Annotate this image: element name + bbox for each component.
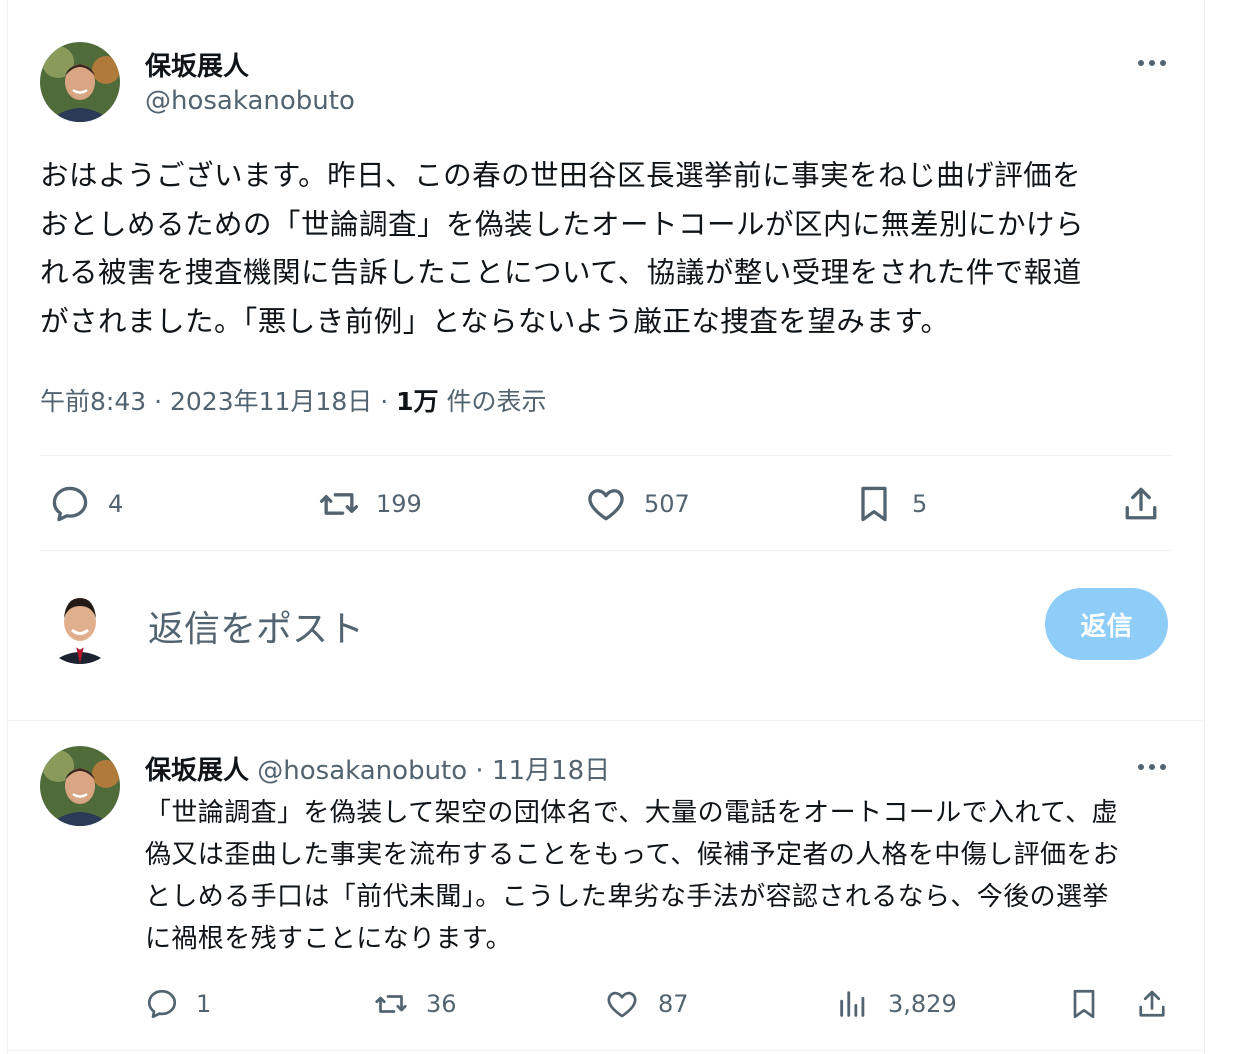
divider — [8, 720, 1204, 721]
author-avatar[interactable] — [40, 42, 120, 122]
author-handle[interactable]: @hosakanobuto — [145, 86, 355, 116]
reply-author-name[interactable]: 保坂展人 — [145, 756, 249, 786]
reply-submit-button[interactable]: 返信 — [1045, 588, 1168, 660]
heart-icon — [588, 489, 624, 521]
divider — [40, 455, 1173, 456]
views-count[interactable]: 1万 — [396, 387, 438, 416]
bookmark-icon — [1073, 989, 1095, 1019]
bookmark-count: 5 — [912, 490, 928, 518]
bookmark-button[interactable] — [1066, 986, 1102, 1022]
meta-separator: · — [154, 387, 163, 416]
bookmark-button[interactable]: 5 — [852, 482, 927, 526]
retweet-icon — [319, 493, 359, 515]
meta-separator: · — [380, 387, 389, 416]
author-name[interactable]: 保坂展人 — [145, 46, 249, 83]
views-button[interactable]: 3,829 — [836, 986, 957, 1022]
tweet-text: おはようございます。昨日、この春の世田谷区長選挙前に事実をねじ曲げ評価を おとし… — [40, 159, 1085, 338]
retweet-button[interactable]: 36 — [372, 986, 457, 1022]
divider — [40, 550, 1173, 551]
reply-date[interactable]: 11月18日 — [492, 756, 610, 786]
reply-icon — [147, 989, 177, 1019]
share-icon — [1125, 487, 1157, 520]
more-icon[interactable] — [1136, 756, 1168, 782]
like-count: 507 — [644, 490, 690, 518]
bookmark-icon — [861, 486, 887, 522]
more-icon[interactable] — [1136, 52, 1168, 78]
reply-button[interactable]: 1 — [144, 986, 211, 1022]
reply-tweet-text: 「世論調査」を偽装して架空の団体名で、大量の電話をオートコールで入れて、虚 偽又… — [145, 798, 1120, 954]
reply-author-avatar[interactable] — [40, 746, 120, 826]
column-border-right — [1204, 0, 1205, 1054]
share-button[interactable] — [1119, 482, 1163, 526]
reply-header: 保坂展人 @hosakanobuto · 11月18日 — [145, 750, 610, 787]
views-count: 3,829 — [888, 990, 957, 1018]
reply-count: 4 — [108, 490, 124, 518]
heart-icon — [607, 991, 637, 1018]
retweet-count: 199 — [376, 490, 422, 518]
share-icon — [1139, 990, 1165, 1017]
user-avatar[interactable] — [40, 584, 120, 664]
like-button[interactable]: 507 — [584, 482, 690, 526]
retweet-icon — [375, 995, 407, 1013]
analytics-icon — [840, 991, 865, 1017]
meta-separator: · — [475, 756, 484, 786]
like-count: 87 — [658, 990, 689, 1018]
like-button[interactable]: 87 — [604, 986, 689, 1022]
reply-author-handle[interactable]: @hosakanobuto — [257, 756, 467, 786]
tweet-time[interactable]: 午前8:43 — [40, 387, 146, 416]
tweet-meta: 午前8:43 · 2023年11月18日 · 1万 件の表示 — [40, 382, 546, 418]
reply-icon — [52, 486, 88, 522]
tweet-date[interactable]: 2023年11月18日 — [170, 387, 372, 416]
divider — [8, 1050, 1204, 1051]
reply-count: 1 — [196, 990, 212, 1018]
views-label: 件の表示 — [446, 387, 547, 416]
reply-button[interactable]: 4 — [48, 482, 123, 526]
column-border-left — [7, 0, 8, 1054]
retweet-count: 36 — [426, 990, 457, 1018]
share-button[interactable] — [1134, 986, 1170, 1022]
reply-input[interactable]: 返信をポスト — [148, 600, 364, 652]
retweet-button[interactable]: 199 — [316, 482, 422, 526]
